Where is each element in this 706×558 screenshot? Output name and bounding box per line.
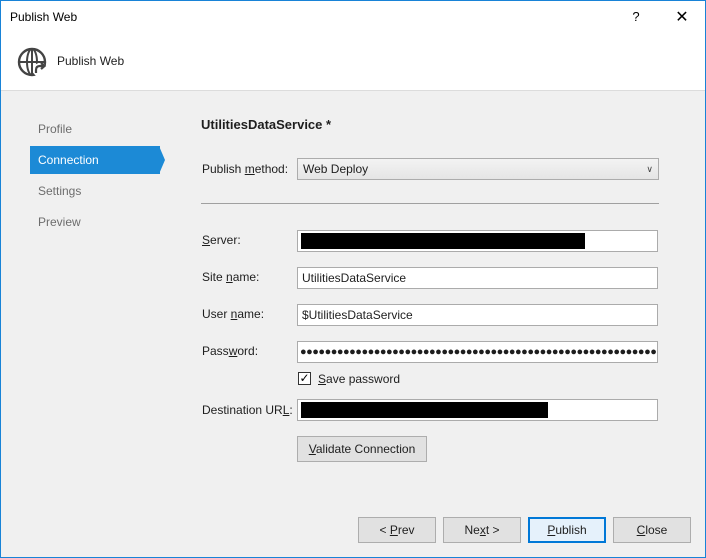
separator [201, 203, 659, 204]
close-window-button[interactable]: ✕ [659, 1, 705, 32]
publish-web-dialog: Publish Web ? ✕ Publish Web Profile Conn… [0, 0, 706, 558]
chevron-down-icon: ∨ [646, 164, 653, 174]
user-name-input[interactable]: $UtilitiesDataService [297, 304, 658, 326]
window-title: Publish Web [10, 10, 78, 24]
server-input[interactable] [297, 230, 658, 252]
publish-method-label: Publish method: [202, 162, 289, 176]
prev-button[interactable]: < Prev [358, 517, 436, 543]
save-password-checkbox[interactable]: ✓ [298, 372, 311, 385]
step-settings[interactable]: Settings [30, 177, 160, 205]
close-button[interactable]: Close [613, 517, 691, 543]
title-bar: Publish Web ? ✕ [1, 1, 705, 32]
help-button[interactable]: ? [613, 1, 659, 32]
destination-url-input[interactable] [297, 399, 658, 421]
wizard-header: Publish Web [1, 32, 705, 91]
site-name-input[interactable]: UtilitiesDataService [297, 267, 658, 289]
publish-button[interactable]: Publish [528, 517, 606, 543]
globe-publish-icon [17, 47, 47, 77]
publish-method-select[interactable]: Web Deploy ∨ [297, 158, 659, 180]
redaction-bar [301, 402, 548, 418]
step-profile[interactable]: Profile [30, 115, 160, 143]
active-step-pointer [159, 146, 165, 174]
user-name-label: User name: [202, 307, 265, 321]
destination-url-label: Destination URL: [202, 403, 293, 417]
server-label: Server: [202, 233, 241, 247]
header-title: Publish Web [57, 54, 125, 68]
step-preview[interactable]: Preview [30, 208, 160, 236]
next-button[interactable]: Next > [443, 517, 521, 543]
site-name-label: Site name: [202, 270, 260, 284]
password-input[interactable]: ●●●●●●●●●●●●●●●●●●●●●●●●●●●●●●●●●●●●●●●●… [297, 341, 658, 363]
password-label: Password: [202, 344, 259, 358]
publish-method-value: Web Deploy [303, 162, 369, 176]
validate-connection-button[interactable]: Validate Connection [297, 436, 427, 462]
step-connection[interactable]: Connection [30, 146, 160, 174]
redaction-bar [301, 233, 585, 249]
profile-heading: UtilitiesDataService * [201, 117, 332, 132]
save-password-label[interactable]: Save password [318, 372, 400, 386]
